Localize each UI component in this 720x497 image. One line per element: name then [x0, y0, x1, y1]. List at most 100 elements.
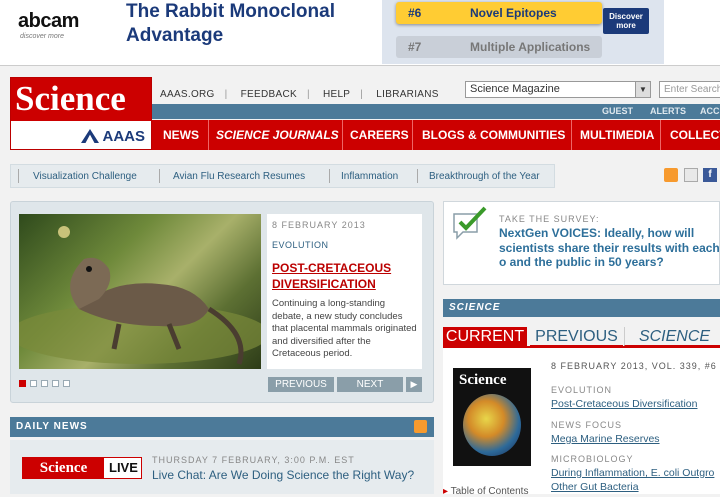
survey-link[interactable]: NextGen VOICES: Ideally, how will scient… [499, 226, 720, 270]
cover-image [463, 394, 521, 456]
ad-discover-button[interactable]: Discover more [603, 8, 649, 34]
nav-collections[interactable]: COLLECT [670, 128, 720, 142]
daily-news-title[interactable]: Live Chat: Are We Doing Science the Righ… [152, 468, 414, 482]
search-input[interactable]: Enter Search [659, 81, 720, 98]
tab-current-issue[interactable]: CURRENT ISSUE [443, 327, 527, 364]
nav-divider [571, 120, 572, 150]
section-label: NEWS FOCUS [551, 420, 623, 430]
feature-title[interactable]: POST-CRETACEOUS DIVERSIFICATION [272, 260, 417, 292]
nav-careers[interactable]: CAREERS [350, 128, 409, 142]
divider [159, 169, 160, 183]
ad-row-num: #6 [408, 6, 422, 20]
divider [417, 169, 418, 183]
science-logo[interactable]: Science AAAS [10, 77, 152, 150]
search-scope-select[interactable]: Science Magazine ▼ [465, 81, 651, 98]
nav-science-journals-label: SCIENCE JOURNALS [216, 128, 339, 142]
user-bar: GUEST ALERTS ACC [152, 104, 720, 119]
feature-category: EVOLUTION [272, 240, 329, 250]
science-live-logo-live: LIVE [109, 460, 138, 475]
user-alerts[interactable]: ALERTS [650, 106, 686, 116]
feature-date: 8 FEBRUARY 2013 [272, 220, 366, 230]
rss-icon[interactable] [414, 420, 427, 433]
carousel-next-button[interactable]: NEXT [337, 377, 403, 392]
nav-divider [660, 120, 661, 150]
ad-headline-line1: The Rabbit Monoclonal [126, 1, 335, 22]
aaas-logo-text: AAAS [102, 128, 145, 145]
carousel-dot[interactable] [41, 380, 48, 387]
ad-brand: abcam [18, 10, 79, 32]
divider [329, 169, 330, 183]
section-label: MICROBIOLOGY [551, 454, 634, 464]
science-live-logo[interactable]: Science LIVE [22, 457, 142, 479]
carousel-previous-button[interactable]: PREVIOUS [268, 377, 334, 392]
tab-previous-issues[interactable]: PREVIOUS ISSUES [530, 327, 623, 364]
topic-links-bar: Visualization Challenge Avian Flu Resear… [10, 164, 555, 188]
facebook-icon[interactable]: f [703, 168, 717, 182]
science-section-header: SCIENCE [443, 299, 720, 317]
tab-science-express[interactable]: SCIENCE EXPRESS [624, 327, 720, 364]
user-guest[interactable]: GUEST [602, 106, 633, 116]
feature-text-panel: 8 FEBRUARY 2013 EVOLUTION POST-CRETACEOU… [267, 214, 422, 369]
separator: | [306, 89, 310, 100]
banner-ad[interactable]: abcam discover more The Rabbit Monoclona… [0, 0, 720, 66]
top-links: AAAS.ORG | FEEDBACK | HELP | LIBRARIANS [160, 89, 449, 100]
bullet-icon: ▸ [443, 486, 451, 497]
cover-title: Science [459, 372, 507, 388]
link-aaas-org[interactable]: AAAS.ORG [160, 89, 215, 100]
rss-icon[interactable] [664, 168, 678, 182]
ad-row-text: Novel Epitopes [470, 6, 557, 20]
link-feedback[interactable]: FEEDBACK [241, 89, 297, 100]
topic-link[interactable]: Visualization Challenge [33, 171, 137, 182]
table-of-contents-link[interactable]: ▸ Table of Contents [443, 486, 528, 497]
feature-image[interactable] [9, 214, 269, 369]
user-account[interactable]: ACC [700, 106, 720, 116]
section-label: EVOLUTION [551, 385, 613, 395]
aaas-mark-icon [81, 129, 99, 143]
nav-divider [208, 120, 209, 150]
ad-headline-line2: Advantage [126, 25, 224, 46]
ad-headline: The Rabbit Monoclonal Advantage [126, 0, 335, 48]
chevron-right-icon[interactable]: ▶ [406, 377, 422, 392]
issue-info: 8 FEBRUARY 2013, VOL. 339, #6 [551, 361, 717, 371]
article-link[interactable]: Mega Marine Reserves [551, 433, 660, 445]
ad-row[interactable]: #7 Multiple Applications [396, 36, 602, 58]
ad-row-active[interactable]: #6 Novel Epitopes [396, 2, 602, 24]
mammal-illustration [9, 226, 269, 365]
nav-blogs-communities[interactable]: BLOGS & COMMUNITIES [422, 128, 565, 142]
carousel-dot[interactable] [52, 380, 59, 387]
search-scope-value: Science Magazine [470, 83, 560, 95]
article-link[interactable]: Post-Cretaceous Diversification [551, 398, 697, 410]
nav-divider [412, 120, 413, 150]
topic-link[interactable]: Inflammation [341, 171, 398, 182]
email-icon[interactable] [684, 168, 698, 182]
link-help[interactable]: HELP [323, 89, 350, 100]
toc-label: Table of Contents [450, 486, 529, 497]
nav-news[interactable]: NEWS [163, 128, 199, 142]
main-nav: NEWS SCIENCE JOURNALS CAREERS BLOGS & CO… [152, 120, 720, 150]
daily-news-header: DAILY NEWS [10, 417, 434, 437]
checkmark-icon [451, 206, 489, 240]
nav-divider [342, 120, 343, 150]
ad-row-text: Multiple Applications [470, 40, 591, 54]
survey-label: TAKE THE SURVEY: [499, 214, 600, 224]
chevron-down-icon[interactable]: ▼ [635, 82, 650, 97]
nav-science-journals[interactable]: SCIENCE JOURNALS [216, 128, 339, 142]
topic-link[interactable]: Breakthrough of the Year [429, 171, 540, 182]
separator: | [224, 89, 228, 100]
separator: | [360, 89, 364, 100]
link-librarians[interactable]: LIBRARIANS [376, 89, 438, 100]
topic-link[interactable]: Avian Flu Research Resumes [173, 171, 305, 182]
feature-summary: Continuing a long-standing debate, a new… [272, 298, 417, 359]
carousel-dot[interactable] [63, 380, 70, 387]
issue-cover[interactable]: Science [453, 368, 531, 466]
nav-multimedia[interactable]: MULTIMEDIA [580, 128, 654, 142]
science-logo-text: Science [11, 78, 151, 121]
article-link[interactable]: Other Gut Bacteria [551, 481, 639, 493]
ad-row-num: #7 [408, 40, 422, 54]
divider [18, 169, 19, 183]
article-link[interactable]: During Inflammation, E. coli Outgro [551, 467, 714, 479]
carousel-dot-active[interactable] [19, 380, 26, 387]
carousel-dot[interactable] [30, 380, 37, 387]
daily-news-timestamp: THURSDAY 7 FEBRUARY, 3:00 P.M. EST [152, 455, 355, 465]
abcam-logo: abcam discover more [18, 10, 104, 44]
